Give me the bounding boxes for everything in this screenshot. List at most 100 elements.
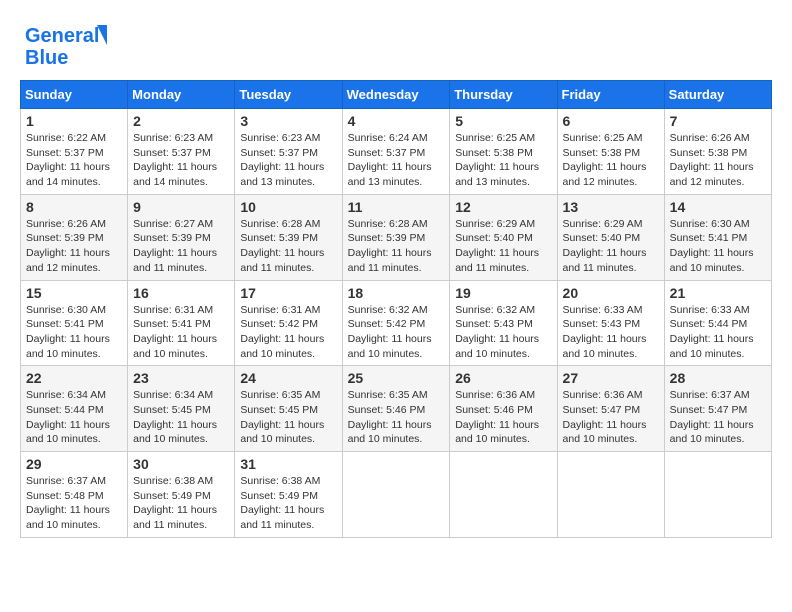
header-thursday: Thursday <box>450 81 557 109</box>
day-info: Sunrise: 6:36 AMSunset: 5:46 PMDaylight:… <box>455 388 551 447</box>
calendar-cell: 5 Sunrise: 6:25 AMSunset: 5:38 PMDaylight… <box>450 109 557 195</box>
svg-text:General: General <box>25 25 99 47</box>
day-number: 17 <box>240 285 336 301</box>
calendar-cell: 12 Sunrise: 6:29 AMSunset: 5:40 PMDayligh… <box>450 194 557 280</box>
day-info: Sunrise: 6:25 AMSunset: 5:38 PMDaylight:… <box>563 131 659 190</box>
calendar-week-3: 15Sunrise: 6:30 AMSunset: 5:41 PMDayligh… <box>21 280 772 366</box>
day-number: 5 <box>455 113 551 129</box>
calendar-cell: 8Sunrise: 6:26 AMSunset: 5:39 PMDaylight… <box>21 194 128 280</box>
calendar-cell: 1 Sunrise: 6:22 AMSunset: 5:37 PMDaylight… <box>21 109 128 195</box>
calendar-cell: 27Sunrise: 6:36 AMSunset: 5:47 PMDayligh… <box>557 366 664 452</box>
header-saturday: Saturday <box>664 81 771 109</box>
day-number: 2 <box>133 113 229 129</box>
day-number: 6 <box>563 113 659 129</box>
day-number: 3 <box>240 113 336 129</box>
calendar-cell: 10 Sunrise: 6:28 AMSunset: 5:39 PMDayligh… <box>235 194 342 280</box>
day-number: 26 <box>455 370 551 386</box>
calendar-cell: 16Sunrise: 6:31 AMSunset: 5:41 PMDayligh… <box>128 280 235 366</box>
day-info: Sunrise: 6:27 AMSunset: 5:39 PMDaylight:… <box>133 217 229 276</box>
day-info: Sunrise: 6:29 AMSunset: 5:40 PMDaylight:… <box>455 217 551 276</box>
calendar-cell <box>450 452 557 538</box>
day-number: 7 <box>670 113 766 129</box>
day-info: Sunrise: 6:25 AMSunset: 5:38 PMDaylight:… <box>455 131 551 190</box>
calendar-cell <box>664 452 771 538</box>
day-info: Sunrise: 6:34 AMSunset: 5:44 PMDaylight:… <box>26 388 122 447</box>
calendar-week-2: 8Sunrise: 6:26 AMSunset: 5:39 PMDaylight… <box>21 194 772 280</box>
day-number: 18 <box>348 285 445 301</box>
calendar-cell: 24Sunrise: 6:35 AMSunset: 5:45 PMDayligh… <box>235 366 342 452</box>
calendar-cell: 29 Sunrise: 6:37 AMSunset: 5:48 PMDayligh… <box>21 452 128 538</box>
calendar-week-5: 29 Sunrise: 6:37 AMSunset: 5:48 PMDayligh… <box>21 452 772 538</box>
day-info: Sunrise: 6:28 AMSunset: 5:39 PMDaylight:… <box>240 217 336 276</box>
day-info: Sunrise: 6:30 AMSunset: 5:41 PMDaylight:… <box>670 217 766 276</box>
calendar-table: SundayMondayTuesdayWednesdayThursdayFrid… <box>20 80 772 538</box>
day-number: 1 <box>26 113 122 129</box>
calendar-cell: 28 Sunrise: 6:37 AMSunset: 5:47 PMDayligh… <box>664 366 771 452</box>
day-info: Sunrise: 6:23 AMSunset: 5:37 PMDaylight:… <box>133 131 229 190</box>
day-info: Sunrise: 6:33 AMSunset: 5:43 PMDaylight:… <box>563 303 659 362</box>
day-info: Sunrise: 6:31 AMSunset: 5:41 PMDaylight:… <box>133 303 229 362</box>
header-wednesday: Wednesday <box>342 81 450 109</box>
calendar-cell: 11 Sunrise: 6:28 AMSunset: 5:39 PMDayligh… <box>342 194 450 280</box>
day-info: Sunrise: 6:30 AMSunset: 5:41 PMDaylight:… <box>26 303 122 362</box>
day-number: 19 <box>455 285 551 301</box>
day-info: Sunrise: 6:35 AMSunset: 5:45 PMDaylight:… <box>240 388 336 447</box>
day-info: Sunrise: 6:38 AMSunset: 5:49 PMDaylight:… <box>133 474 229 533</box>
calendar-cell: 14Sunrise: 6:30 AMSunset: 5:41 PMDayligh… <box>664 194 771 280</box>
day-number: 21 <box>670 285 766 301</box>
calendar-week-4: 22 Sunrise: 6:34 AMSunset: 5:44 PMDayligh… <box>21 366 772 452</box>
calendar-cell: 31 Sunrise: 6:38 AMSunset: 5:49 PMDayligh… <box>235 452 342 538</box>
day-number: 12 <box>455 199 551 215</box>
page-header: General Blue <box>20 20 772 70</box>
day-info: Sunrise: 6:31 AMSunset: 5:42 PMDaylight:… <box>240 303 336 362</box>
day-info: Sunrise: 6:29 AMSunset: 5:40 PMDaylight:… <box>563 217 659 276</box>
header-tuesday: Tuesday <box>235 81 342 109</box>
day-number: 11 <box>348 199 445 215</box>
day-info: Sunrise: 6:32 AMSunset: 5:42 PMDaylight:… <box>348 303 445 362</box>
day-number: 28 <box>670 370 766 386</box>
calendar-cell: 22 Sunrise: 6:34 AMSunset: 5:44 PMDayligh… <box>21 366 128 452</box>
calendar-cell: 23Sunrise: 6:34 AMSunset: 5:45 PMDayligh… <box>128 366 235 452</box>
calendar-cell: 17 Sunrise: 6:31 AMSunset: 5:42 PMDayligh… <box>235 280 342 366</box>
day-number: 13 <box>563 199 659 215</box>
calendar-cell: 30 Sunrise: 6:38 AMSunset: 5:49 PMDayligh… <box>128 452 235 538</box>
calendar-cell: 4 Sunrise: 6:24 AMSunset: 5:37 PMDaylight… <box>342 109 450 195</box>
calendar-cell: 21Sunrise: 6:33 AMSunset: 5:44 PMDayligh… <box>664 280 771 366</box>
calendar-cell <box>557 452 664 538</box>
calendar-week-1: 1 Sunrise: 6:22 AMSunset: 5:37 PMDaylight… <box>21 109 772 195</box>
day-number: 31 <box>240 456 336 472</box>
calendar-cell: 7Sunrise: 6:26 AMSunset: 5:38 PMDaylight… <box>664 109 771 195</box>
calendar-cell: 20 Sunrise: 6:33 AMSunset: 5:43 PMDayligh… <box>557 280 664 366</box>
day-info: Sunrise: 6:26 AMSunset: 5:39 PMDaylight:… <box>26 217 122 276</box>
calendar-cell: 25Sunrise: 6:35 AMSunset: 5:46 PMDayligh… <box>342 366 450 452</box>
day-number: 20 <box>563 285 659 301</box>
day-number: 29 <box>26 456 122 472</box>
day-info: Sunrise: 6:37 AMSunset: 5:47 PMDaylight:… <box>670 388 766 447</box>
day-info: Sunrise: 6:28 AMSunset: 5:39 PMDaylight:… <box>348 217 445 276</box>
calendar-cell: 2 Sunrise: 6:23 AMSunset: 5:37 PMDaylight… <box>128 109 235 195</box>
calendar-cell: 26 Sunrise: 6:36 AMSunset: 5:46 PMDayligh… <box>450 366 557 452</box>
day-number: 22 <box>26 370 122 386</box>
calendar-cell: 15Sunrise: 6:30 AMSunset: 5:41 PMDayligh… <box>21 280 128 366</box>
day-info: Sunrise: 6:36 AMSunset: 5:47 PMDaylight:… <box>563 388 659 447</box>
logo-svg: General Blue <box>20 20 110 70</box>
header-monday: Monday <box>128 81 235 109</box>
day-number: 10 <box>240 199 336 215</box>
day-number: 4 <box>348 113 445 129</box>
day-info: Sunrise: 6:24 AMSunset: 5:37 PMDaylight:… <box>348 131 445 190</box>
day-info: Sunrise: 6:23 AMSunset: 5:37 PMDaylight:… <box>240 131 336 190</box>
day-number: 23 <box>133 370 229 386</box>
day-info: Sunrise: 6:32 AMSunset: 5:43 PMDaylight:… <box>455 303 551 362</box>
header-sunday: Sunday <box>21 81 128 109</box>
day-info: Sunrise: 6:37 AMSunset: 5:48 PMDaylight:… <box>26 474 122 533</box>
logo: General Blue <box>20 20 110 70</box>
day-info: Sunrise: 6:22 AMSunset: 5:37 PMDaylight:… <box>26 131 122 190</box>
calendar-cell: 6 Sunrise: 6:25 AMSunset: 5:38 PMDaylight… <box>557 109 664 195</box>
calendar-header-row: SundayMondayTuesdayWednesdayThursdayFrid… <box>21 81 772 109</box>
day-number: 30 <box>133 456 229 472</box>
header-friday: Friday <box>557 81 664 109</box>
calendar-cell: 3 Sunrise: 6:23 AMSunset: 5:37 PMDaylight… <box>235 109 342 195</box>
calendar-cell: 9Sunrise: 6:27 AMSunset: 5:39 PMDaylight… <box>128 194 235 280</box>
day-info: Sunrise: 6:38 AMSunset: 5:49 PMDaylight:… <box>240 474 336 533</box>
day-info: Sunrise: 6:35 AMSunset: 5:46 PMDaylight:… <box>348 388 445 447</box>
